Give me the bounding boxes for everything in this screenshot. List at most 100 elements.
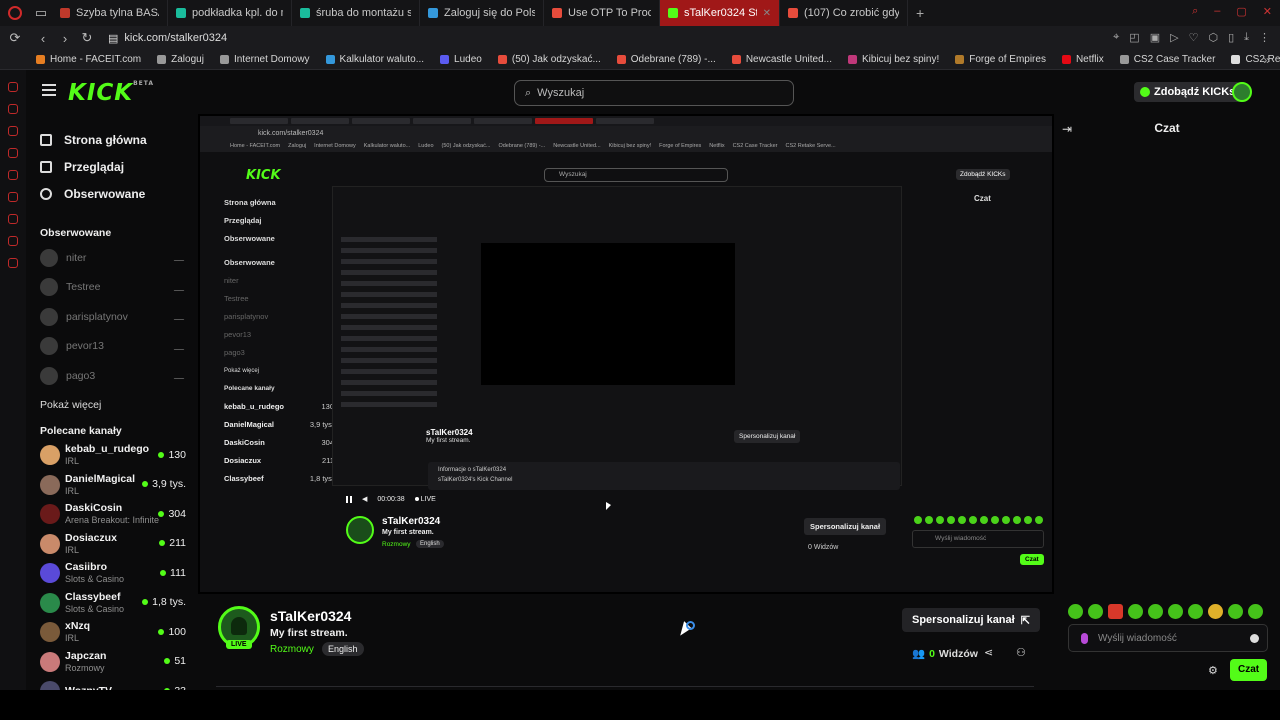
close-window-icon[interactable]: ✕ bbox=[1263, 5, 1272, 18]
emote-icon-7[interactable] bbox=[1188, 604, 1203, 619]
nav-browse[interactable]: Przeglądaj bbox=[26, 153, 196, 180]
bookmark-item[interactable]: Ludeo bbox=[440, 54, 482, 65]
pin-icon[interactable]: ⌖ bbox=[1113, 31, 1119, 44]
user-avatar[interactable] bbox=[1232, 82, 1252, 102]
browser-tab[interactable]: Szyba tylna BASAK - Mas bbox=[52, 0, 168, 26]
get-kicks-button[interactable]: Zdobądź KICKs bbox=[1134, 82, 1242, 102]
video-player[interactable]: kick.com/stalker0324 Home - FACEIT.com Za… bbox=[198, 114, 1054, 594]
bookmark-item[interactable]: Netflix bbox=[1061, 54, 1104, 65]
address-field[interactable]: ▤ kick.com/stalker0324 bbox=[108, 32, 227, 45]
reload-sidebar-icon[interactable]: ⟳ bbox=[4, 30, 26, 46]
bookmark-item[interactable]: CS2 Retake Serve... bbox=[1231, 54, 1280, 65]
kick-logo[interactable]: KICKBETA bbox=[68, 80, 154, 106]
emote-icon-6[interactable] bbox=[1168, 604, 1183, 619]
followed-channel-item[interactable]: parisplatynov bbox=[26, 302, 196, 332]
reload-icon[interactable]: ↻ bbox=[76, 30, 98, 46]
share-icon[interactable]: ⋖ bbox=[984, 646, 993, 659]
followed-channel-item[interactable]: niter bbox=[26, 243, 196, 273]
browser-tab[interactable]: sTalKer0324 Stream ✕ bbox=[660, 0, 780, 26]
emote-icon-8[interactable] bbox=[1208, 604, 1223, 619]
extensions-icon[interactable]: ⬡ bbox=[1208, 31, 1218, 44]
play-icon[interactable]: ▷ bbox=[1170, 31, 1178, 44]
bookmark-item[interactable]: CS2 Case Tracker bbox=[1119, 54, 1215, 65]
recommended-channel-item[interactable]: DaskiCosin Arena Breakout: Infinite 304 bbox=[26, 500, 196, 530]
side-panel-icon-6[interactable] bbox=[8, 192, 18, 202]
bookmark-item[interactable]: Kibicuj bez spiny! bbox=[847, 54, 939, 65]
show-more-link[interactable]: Pokaż więcej bbox=[26, 399, 196, 411]
streamer-name[interactable]: sTalKer0324 bbox=[270, 608, 351, 624]
language-tag[interactable]: English bbox=[322, 642, 364, 656]
emote-icon-5[interactable] bbox=[1148, 604, 1163, 619]
recommended-channel-item[interactable]: xNzq IRL 100 bbox=[26, 618, 196, 648]
volume-icon[interactable]: ◀ bbox=[362, 495, 367, 503]
emote-icon-4[interactable] bbox=[1128, 604, 1143, 619]
chat-send-button[interactable]: Czat bbox=[1230, 659, 1268, 681]
pause-icon[interactable] bbox=[346, 495, 352, 503]
screenshot-icon[interactable]: ◰ bbox=[1129, 31, 1139, 44]
nav-home[interactable]: Strona główna bbox=[26, 126, 196, 153]
emote-icon-2[interactable] bbox=[1088, 604, 1103, 619]
site-info-icon[interactable]: ▤ bbox=[108, 32, 118, 45]
back-icon[interactable]: ‹ bbox=[32, 31, 54, 46]
browser-tab[interactable]: Zaloguj się do Polsatbox bbox=[420, 0, 544, 26]
emote-icon-9[interactable] bbox=[1228, 604, 1243, 619]
side-panel-icon-2[interactable] bbox=[8, 104, 18, 114]
recommended-channel-item[interactable]: kebab_u_rudego IRL 130 bbox=[26, 441, 196, 471]
forward-icon[interactable]: › bbox=[54, 31, 76, 46]
search-input[interactable]: ⌕ Wyszukaj bbox=[514, 80, 794, 106]
new-tab-button[interactable]: + bbox=[908, 5, 932, 21]
chat-message-input[interactable]: Wyślij wiadomość bbox=[1068, 624, 1268, 652]
browser-tab[interactable]: śruba do montażu szyb M bbox=[292, 0, 420, 26]
emote-icon-1[interactable] bbox=[1068, 604, 1083, 619]
stream-category-link[interactable]: Rozmowy bbox=[270, 644, 314, 655]
browser-menu-icon[interactable] bbox=[8, 6, 22, 20]
side-panel-icon-8[interactable] bbox=[8, 236, 18, 246]
browser-tab[interactable]: (107) Co zrobić gdy OBS bbox=[780, 0, 908, 26]
emote-icon-10[interactable] bbox=[1248, 604, 1263, 619]
emote-icon-3[interactable] bbox=[1108, 604, 1123, 619]
close-tab-icon[interactable]: ✕ bbox=[763, 8, 771, 19]
bookmark-item[interactable]: Kalkulator walutо... bbox=[325, 54, 424, 65]
bookmark-item[interactable]: Odebrane (789) -... bbox=[616, 54, 716, 65]
follow-user-icon[interactable]: ⚇ bbox=[1016, 646, 1026, 659]
bookmarks-overflow-icon[interactable]: » bbox=[1263, 53, 1270, 67]
side-panel-icon-9[interactable] bbox=[8, 258, 18, 268]
menu-dots-icon[interactable]: ⋮ bbox=[1259, 31, 1270, 44]
tab-overview-icon[interactable]: ▭ bbox=[30, 5, 52, 21]
bookmark-item[interactable]: Home - FACEIT.com bbox=[36, 54, 141, 65]
bookmark-item[interactable]: Newcastle United... bbox=[731, 54, 832, 65]
side-panel-icon-1[interactable] bbox=[8, 82, 18, 92]
bookmark-item[interactable]: Internet Domowy bbox=[219, 54, 310, 65]
recommended-channel-item[interactable]: Casiibro Slots & Casino 111 bbox=[26, 559, 196, 589]
bookmark-item[interactable]: (50) Jak odzyskać... bbox=[497, 54, 601, 65]
menu-icon[interactable] bbox=[42, 84, 56, 96]
download-icon[interactable]: ⤓ bbox=[1244, 31, 1249, 44]
personalize-channel-button[interactable]: Spersonalizuj kanał ⇱ bbox=[902, 608, 1040, 632]
emoji-picker-icon[interactable] bbox=[1250, 634, 1259, 643]
recommended-channel-item[interactable]: Classybeef Slots & Casino 1,8 tys. bbox=[26, 588, 196, 618]
recommended-channel-item[interactable]: Japczan Rozmowy 51 bbox=[26, 647, 196, 677]
side-panel-icon-5[interactable] bbox=[8, 170, 18, 180]
bookmark-item[interactable]: Zaloguj bbox=[157, 54, 204, 65]
chat-settings-icon[interactable]: ⚙ bbox=[1208, 664, 1218, 677]
bookmark-item[interactable]: Forge of Empires bbox=[955, 54, 1046, 65]
followed-channel-item[interactable]: Testree bbox=[26, 273, 196, 303]
nav-following[interactable]: Obserwowane bbox=[26, 180, 196, 207]
captured-inner-sidebar bbox=[341, 231, 461, 461]
recommended-channel-item[interactable]: Dosiaczux IRL 211 bbox=[26, 529, 196, 559]
sidebar-icon[interactable]: ▯ bbox=[1228, 31, 1234, 44]
browser-tab[interactable]: Use OTP To Proceed - rai bbox=[544, 0, 660, 26]
heart-icon[interactable]: ♡ bbox=[1189, 31, 1199, 44]
minimize-icon[interactable]: – bbox=[1214, 5, 1220, 18]
side-panel-icon-7[interactable] bbox=[8, 214, 18, 224]
maximize-icon[interactable]: ▢ bbox=[1236, 5, 1246, 18]
search-tabs-icon[interactable]: ⌕ bbox=[1192, 5, 1198, 18]
camera-icon[interactable]: ▣ bbox=[1150, 31, 1160, 44]
followed-channel-item[interactable]: pago3 bbox=[26, 361, 196, 391]
browser-tab[interactable]: podkładka kpl. do montaż bbox=[168, 0, 292, 26]
side-panel-icon-4[interactable] bbox=[8, 148, 18, 158]
recommended-channel-item[interactable]: DanielMagical IRL 3,9 tys. bbox=[26, 470, 196, 500]
side-panel-icon-3[interactable] bbox=[8, 126, 18, 136]
live-indicator: LIVE bbox=[414, 496, 436, 503]
followed-channel-item[interactable]: pevor13 bbox=[26, 332, 196, 362]
